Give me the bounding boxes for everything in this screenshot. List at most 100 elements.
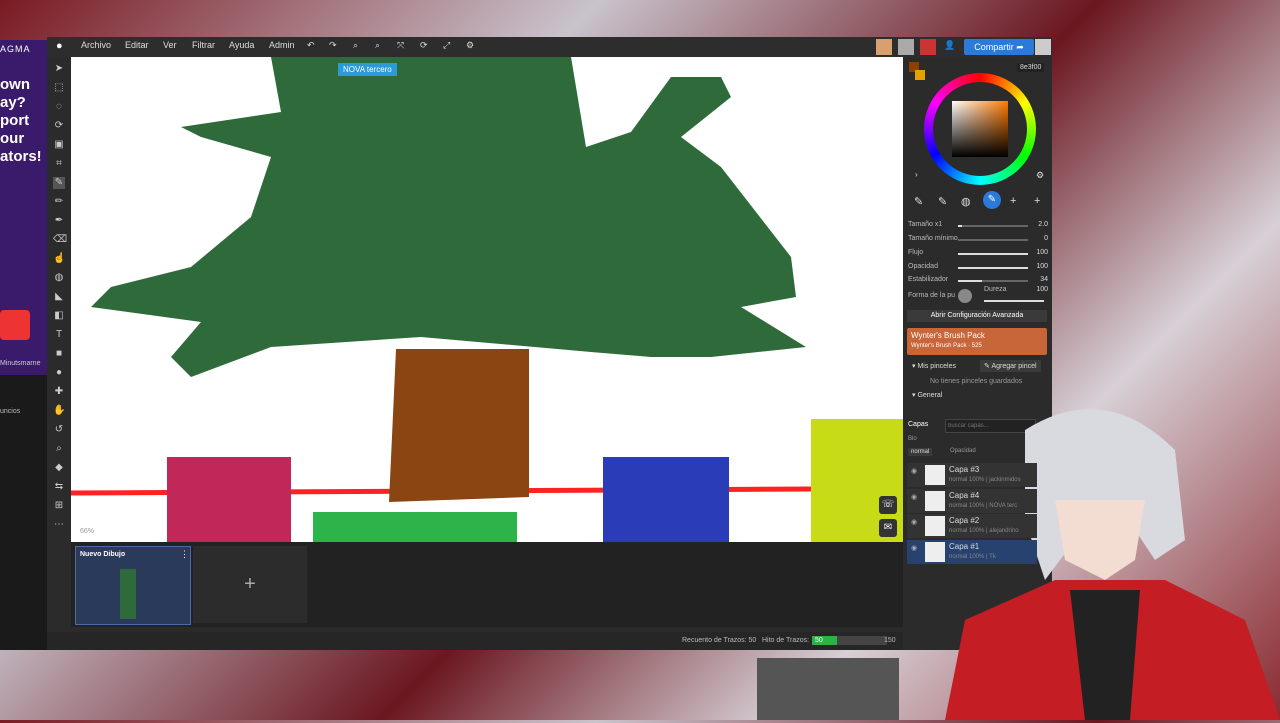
comment-icon[interactable]: ◆ <box>53 462 65 474</box>
user-avatar[interactable] <box>876 39 892 55</box>
settings-icon[interactable]: ⚙ <box>466 40 474 51</box>
brush-pack-banner[interactable]: Wynter's Brush Pack Wynter's Brush Pack … <box>907 328 1047 355</box>
add-preset-icon[interactable]: + <box>1010 195 1016 207</box>
brush-tool-icon[interactable]: ✎ <box>53 177 65 189</box>
phone-icon[interactable]: ☏ <box>879 496 897 514</box>
avatar-face <box>1055 500 1145 580</box>
ellipse-shape-icon[interactable]: ● <box>53 367 65 379</box>
brush-preset-icon[interactable]: ◍ <box>961 195 971 208</box>
eyedropper-icon[interactable]: ✚ <box>53 386 65 398</box>
document-title: Nuevo Dibujo <box>80 551 126 558</box>
menu-editar[interactable]: Editar <box>125 40 149 50</box>
visibility-icon[interactable]: ◉ <box>911 493 917 501</box>
rotate-icon[interactable]: ⟳ <box>420 40 428 51</box>
layer-row[interactable]: ◉ Capa #3 normal 100% | jackinmidos <box>907 463 1037 487</box>
blur-icon[interactable]: ◍ <box>53 272 65 284</box>
fullscreen-icon[interactable]: ⤢ <box>443 40 450 51</box>
rotate-view-icon[interactable]: ↺ <box>53 424 65 436</box>
brush-preset-icon[interactable]: ✎ <box>914 195 923 208</box>
menu-filtrar[interactable]: Filtrar <box>192 40 215 50</box>
redo-icon[interactable]: ↷ <box>329 40 337 51</box>
layer-thumbnail <box>925 491 945 511</box>
undo-icon[interactable]: ↶ <box>307 40 315 51</box>
saturation-square[interactable] <box>952 101 1008 157</box>
zoom-tool-icon[interactable]: ⌕ <box>53 443 65 455</box>
user-avatar[interactable] <box>920 39 936 55</box>
gift-box-pink <box>167 457 291 542</box>
add-brush-button[interactable]: ✎ Agregar pincel <box>980 360 1041 372</box>
ad-small-text: Minutsmarne <box>0 360 41 367</box>
lasso-icon[interactable]: ⟳ <box>53 120 65 132</box>
menu-ayuda[interactable]: Ayuda <box>229 40 254 50</box>
brush-setting-slider[interactable] <box>958 239 1028 241</box>
brush-setting-slider[interactable] <box>958 253 1028 255</box>
select-rect-icon[interactable]: ⬚ <box>53 82 65 94</box>
brush-shape-label: Forma de la pu <box>908 292 956 299</box>
brush-setting-slider[interactable] <box>958 267 1028 269</box>
hardness-slider[interactable] <box>984 300 1044 302</box>
layer-thumbnail <box>925 465 945 485</box>
gift-box-blue <box>603 457 729 542</box>
color-settings-icon[interactable]: ⚙ <box>1036 170 1044 181</box>
document-thumbnail[interactable]: Nuevo Dibujo ⋮ <box>75 546 191 625</box>
text-tool-icon[interactable]: T <box>53 329 65 341</box>
zoom-out-icon[interactable]: ⌕ <box>353 40 358 51</box>
swap-color-icon[interactable]: ⇆ <box>53 481 65 493</box>
select-circle-icon[interactable]: ◌ <box>53 101 65 113</box>
zoom-in-icon[interactable]: ⌕ <box>375 40 380 51</box>
color-hex[interactable]: 8e3f00 <box>1017 63 1045 72</box>
visibility-icon[interactable]: ◉ <box>911 544 917 552</box>
chat-icon[interactable]: ✉ <box>879 519 897 537</box>
brush-preset-icon[interactable]: ✎ <box>938 195 947 208</box>
add-tool-icon[interactable]: ⊞ <box>53 500 65 512</box>
bucket-icon[interactable]: ◣ <box>53 291 65 303</box>
users-icon[interactable]: 👤 <box>944 40 955 51</box>
menu-admin[interactable]: Admin <box>269 40 295 50</box>
transform-icon[interactable]: ▣ <box>53 139 65 151</box>
color-wheel[interactable] <box>924 73 1036 185</box>
brush-preset-active-icon[interactable]: ✎ <box>983 191 1001 209</box>
layer-row[interactable]: ◉ Capa #4 normal 100% | NOVA terc <box>907 489 1037 513</box>
layer-name: Capa #2 <box>949 516 980 525</box>
layer-name: Capa #4 <box>949 491 980 500</box>
layer-thumbnail <box>925 516 945 536</box>
smudge-icon[interactable]: ☝ <box>53 253 65 265</box>
brush-shape-preview[interactable] <box>958 289 972 303</box>
drawing-canvas[interactable] <box>71 57 903 542</box>
rect-shape-icon[interactable]: ■ <box>53 348 65 360</box>
eraser-icon[interactable]: ⌫ <box>53 234 67 246</box>
milestone-progress-value: 50 <box>815 637 823 644</box>
visibility-icon[interactable]: ◉ <box>911 518 917 526</box>
hand-icon[interactable]: ✋ <box>53 405 65 417</box>
visibility-icon[interactable]: ◉ <box>911 467 917 475</box>
gradient-icon[interactable]: ◧ <box>53 310 65 322</box>
brush-setting-slider[interactable] <box>958 280 1028 282</box>
layer-name: Capa #3 <box>949 465 980 474</box>
pen-icon[interactable]: ✒ <box>53 215 65 227</box>
menu-archivo[interactable]: Archivo <box>81 40 111 50</box>
layer-row[interactable]: ◉ Capa #1 normal 100% | Tk <box>907 540 1037 564</box>
fit-icon[interactable]: ⤧ <box>397 40 404 51</box>
document-menu-icon[interactable]: ⋮ <box>180 549 189 560</box>
move-tool-icon[interactable]: ➤ <box>53 63 65 75</box>
logo-icon[interactable]: ● <box>56 40 63 52</box>
share-button[interactable]: Compartir ➦ <box>964 39 1034 55</box>
layer-row[interactable]: ◉ Capa #2 normal 100% | alejandrino <box>907 514 1037 538</box>
advanced-settings-button[interactable]: Abrir Configuración Avanzada <box>907 310 1047 322</box>
add-preset-icon[interactable]: + <box>1034 195 1040 207</box>
new-document-button[interactable]: + <box>193 546 307 623</box>
crop-icon[interactable]: ⌗ <box>53 158 65 170</box>
menu-ver[interactable]: Ver <box>163 40 177 50</box>
user-avatar[interactable] <box>898 39 914 55</box>
pencil-icon[interactable]: ✏ <box>53 196 65 208</box>
layer-details: normal 100% | alejandrino <box>949 528 1019 534</box>
gift-box-green <box>313 512 517 542</box>
my-brushes-toggle[interactable]: ▾ Mis pinceles <box>912 362 956 370</box>
secondary-color-swatch[interactable] <box>915 70 925 80</box>
ad-banner[interactable]: AGMA own ay? port our ators! <box>0 40 47 375</box>
profile-avatar[interactable] <box>1035 39 1051 55</box>
more-tools-icon[interactable]: ⋯ <box>53 519 65 531</box>
brush-setting-slider[interactable] <box>958 225 1028 227</box>
expand-chevron-icon[interactable]: › <box>915 170 918 179</box>
hardness-label: Dureza <box>984 286 1007 293</box>
